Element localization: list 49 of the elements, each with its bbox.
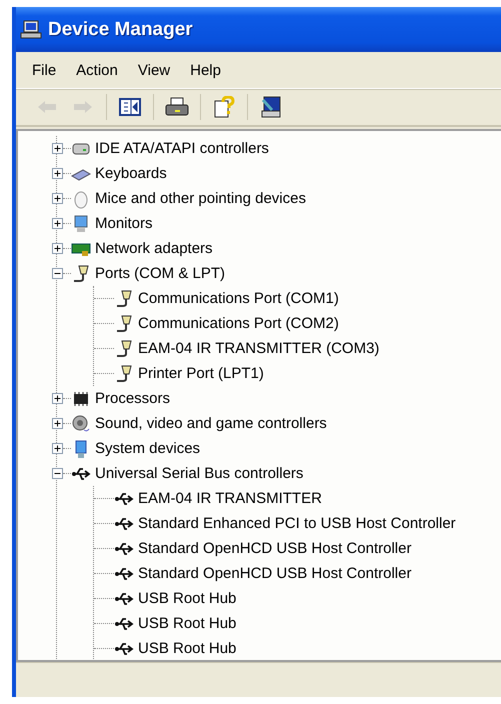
tree-item[interactable]: System devices	[91, 440, 200, 457]
tree-item[interactable]: Keyboards	[91, 165, 167, 182]
expand-toggle[interactable]	[52, 193, 63, 204]
tree-item[interactable]: Printer Port (LPT1)	[134, 365, 264, 382]
tree-item[interactable]: Communications Port (COM1)	[134, 290, 339, 307]
tree-item[interactable]: Standard OpenHCD USB Host Controller	[134, 565, 412, 582]
collapse-toggle[interactable]	[52, 268, 63, 279]
tree-item[interactable]: Network adapters	[91, 240, 213, 257]
computer-scan-icon	[260, 96, 282, 118]
tree-item[interactable]: Monitors	[91, 215, 153, 232]
tree-item[interactable]: IDE ATA/ATAPI controllers	[91, 140, 269, 157]
expand-toggle[interactable]	[52, 218, 63, 229]
port-connector-icon	[114, 338, 134, 358]
tree-item[interactable]: Communications Port (COM2)	[134, 315, 339, 332]
tree-item[interactable]: Mice and other pointing devices	[91, 190, 306, 207]
expand-toggle[interactable]	[52, 143, 63, 154]
printer-icon	[165, 97, 189, 117]
tree-item[interactable]: EAM-04 IR TRANSMITTER	[134, 490, 322, 507]
help-icon	[213, 96, 235, 118]
back-arrow-icon	[37, 100, 57, 114]
tree-item[interactable]: Ports (COM & LPT)	[91, 265, 226, 282]
menu-item[interactable]: View	[130, 60, 178, 80]
forward-arrow-icon	[73, 100, 93, 114]
speaker-icon	[71, 414, 91, 434]
tree-item[interactable]: Universal Serial Bus controllers	[91, 465, 304, 482]
computer-icon	[20, 20, 42, 40]
tree-item[interactable]: Standard OpenHCD USB Host Controller	[134, 540, 412, 557]
port-connector-icon	[114, 364, 134, 384]
expand-toggle[interactable]	[52, 418, 63, 429]
expand-toggle[interactable]	[52, 168, 63, 179]
window-title: Device Manager	[48, 18, 193, 40]
port-connector-icon	[114, 314, 134, 334]
tree-item[interactable]: EAM-04 IR TRANSMITTER (COM3)	[134, 340, 380, 357]
port-connector-icon	[71, 264, 91, 284]
expand-toggle[interactable]	[52, 393, 63, 404]
tree-item[interactable]: USB Root Hub	[134, 640, 236, 657]
tree-item[interactable]: Processors	[91, 390, 170, 407]
tree-item[interactable]: Sound, video and game controllers	[91, 415, 327, 432]
menu-item[interactable]: Help	[182, 60, 229, 80]
menu-item[interactable]: File	[24, 60, 64, 80]
tree-item[interactable]: USB Root Hub	[134, 615, 236, 632]
expand-toggle[interactable]	[52, 243, 63, 254]
port-connector-icon	[114, 288, 134, 308]
collapse-toggle[interactable]	[52, 468, 63, 479]
tree-item[interactable]: Standard Enhanced PCI to USB Host Controller	[134, 515, 456, 532]
menu-item[interactable]: Action	[68, 60, 126, 80]
expand-toggle[interactable]	[52, 443, 63, 454]
console-tree-icon	[119, 98, 141, 116]
tree-item[interactable]: USB Root Hub	[134, 590, 236, 607]
